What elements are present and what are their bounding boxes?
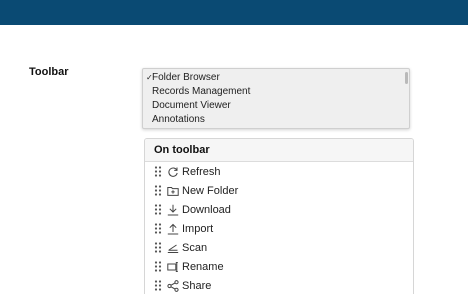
refresh-icon <box>168 166 178 177</box>
scan-icon <box>167 244 179 253</box>
toolbar-item-label: Download <box>182 203 231 216</box>
dropdown-option-label: Folder Browser <box>152 72 220 83</box>
drag-handle-icon[interactable] <box>154 223 162 234</box>
checkmark-icon: ✓ <box>146 73 153 82</box>
toolbar-item-label: Share <box>182 279 212 292</box>
download-icon <box>167 204 179 215</box>
toolbar-item-label: Import <box>182 222 214 235</box>
toolbar-item-label: Refresh <box>182 165 221 178</box>
import-icon <box>167 223 179 234</box>
panel-title: On toolbar <box>145 139 413 162</box>
toolbar-item-label: New Folder <box>182 184 239 197</box>
top-header-bar <box>0 0 468 25</box>
toolbar-item-download[interactable]: Download <box>145 200 413 219</box>
toolbar-item-share[interactable]: Share <box>145 276 413 294</box>
dropdown-option-annotations[interactable]: Annotations <box>143 113 409 127</box>
drag-handle-icon[interactable] <box>154 242 162 253</box>
toolbar-select-dropdown[interactable]: ✓ Folder Browser Records Management Docu… <box>142 68 410 129</box>
dropdown-option-label: Document Viewer <box>152 100 231 111</box>
toolbar-item-new-folder[interactable]: New Folder <box>145 181 413 200</box>
toolbar-item-rename[interactable]: Rename <box>145 257 413 276</box>
dropdown-option-label: Records Management <box>152 86 251 97</box>
toolbar-item-scan[interactable]: Scan <box>145 238 413 257</box>
toolbar-item-import[interactable]: Import <box>145 219 413 238</box>
drag-handle-icon[interactable] <box>154 280 162 291</box>
drag-handle-icon[interactable] <box>154 261 162 272</box>
drag-handle-icon[interactable] <box>154 185 162 196</box>
drag-handle-icon[interactable] <box>154 166 162 177</box>
share-icon <box>167 279 179 292</box>
rename-icon <box>167 261 178 272</box>
dropdown-option-folder-browser[interactable]: ✓ Folder Browser <box>143 71 409 85</box>
toolbar-item-refresh[interactable]: Refresh <box>145 162 413 181</box>
dropdown-option-label: Annotations <box>152 114 205 125</box>
toolbar-item-label: Rename <box>182 260 224 273</box>
new-folder-icon <box>167 186 179 196</box>
dropdown-option-records-management[interactable]: Records Management <box>143 85 409 99</box>
on-toolbar-panel: On toolbar Refresh New Folder Download I… <box>144 138 414 294</box>
toolbar-item-label: Scan <box>182 241 208 254</box>
drag-handle-icon[interactable] <box>154 204 162 215</box>
toolbar-section-label: Toolbar <box>29 66 69 78</box>
dropdown-option-document-viewer[interactable]: Document Viewer <box>143 99 409 113</box>
